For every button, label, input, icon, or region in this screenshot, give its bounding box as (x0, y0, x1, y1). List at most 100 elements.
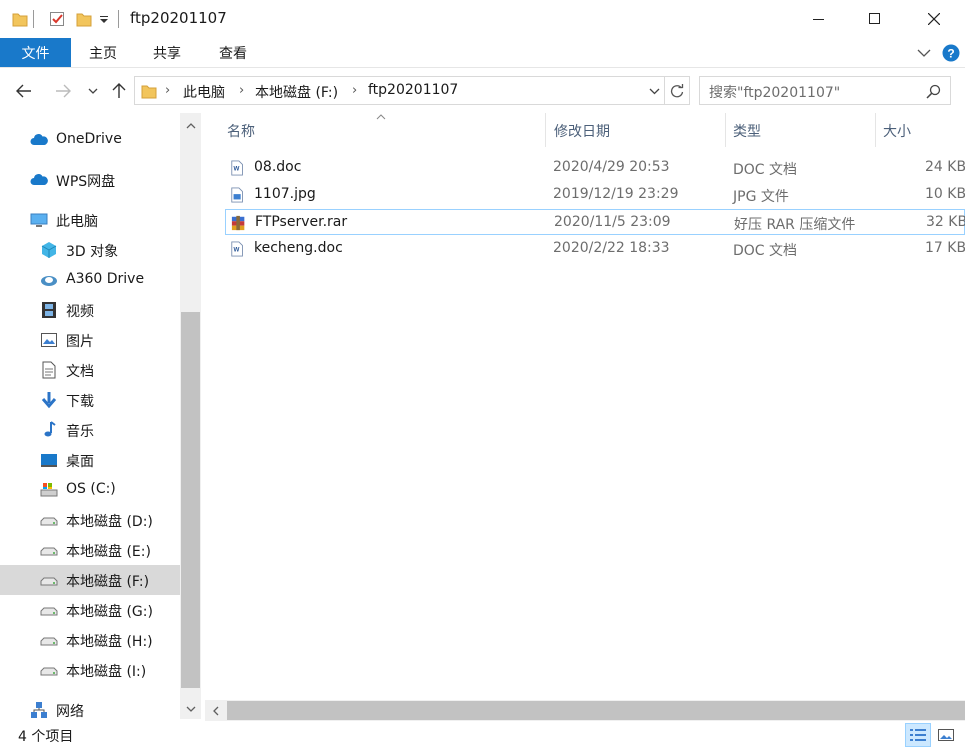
large-icons-view-icon (938, 729, 954, 741)
column-header-size[interactable]: 大小 (883, 117, 911, 145)
scroll-up-arrow[interactable] (180, 116, 201, 134)
file-row[interactable]: 1107.jpg 2019/12/19 23:29 JPG 文件 10 KB (225, 182, 965, 208)
breadcrumb-separator[interactable]: › (239, 83, 244, 98)
computer-icon (30, 213, 48, 227)
breadcrumb-separator[interactable]: › (352, 83, 357, 98)
minimize-button[interactable] (790, 0, 848, 38)
film-icon (42, 302, 56, 318)
file-type: 好压 RAR 压缩文件 (734, 217, 856, 233)
nav-scroll-thumb[interactable] (181, 312, 200, 688)
up-button[interactable] (107, 80, 131, 102)
sidebar-item-label: OneDrive (56, 131, 122, 147)
sidebar-item[interactable]: 视频 (0, 295, 180, 325)
a360-icon (41, 276, 57, 286)
folder-icon[interactable] (12, 10, 28, 28)
window-title: ftp20201107 (130, 9, 227, 27)
forward-button[interactable] (51, 80, 75, 102)
column-header-date[interactable]: 修改日期 (554, 117, 610, 145)
document-icon (42, 361, 56, 379)
horizontal-scroll-thumb[interactable] (227, 701, 965, 720)
sidebar-item-label: 文档 (66, 364, 94, 380)
file-explorer-window: ftp20201107 文件 主页 共享 查看 ? › 此电脑 › 本地磁盘 (… (0, 0, 965, 751)
tab-view[interactable]: 查看 (209, 38, 257, 67)
file-name[interactable]: kecheng.doc (254, 240, 343, 256)
sidebar-item[interactable]: 桌面 (0, 445, 180, 475)
file-name[interactable]: 08.doc (254, 159, 301, 175)
sidebar-item[interactable]: 图片 (0, 325, 180, 355)
column-header-type[interactable]: 类型 (733, 117, 761, 145)
sidebar-item[interactable]: 音乐 (0, 415, 180, 445)
properties-icon[interactable] (49, 10, 65, 28)
close-button[interactable] (905, 0, 963, 38)
help-icon[interactable]: ? (942, 44, 960, 62)
scroll-down-arrow[interactable] (180, 700, 201, 718)
breadcrumb-separator[interactable]: › (165, 83, 170, 98)
file-name[interactable]: 1107.jpg (254, 186, 316, 202)
status-bar: 4 个项目 (0, 721, 965, 751)
navigation-pane: OneDrive WPS网盘此电脑 3D 对象 A360 Drive 视频 图片文档下载音… (0, 113, 180, 720)
svg-text:W: W (234, 247, 240, 254)
search-box[interactable]: 搜索"ftp20201107" (699, 76, 951, 105)
refresh-icon (670, 83, 684, 97)
sidebar-item[interactable]: OneDrive (0, 125, 180, 155)
sidebar-item[interactable]: WPS网盘 (0, 165, 180, 195)
sidebar-item-label: 音乐 (66, 424, 94, 440)
large-icons-view-button[interactable] (933, 723, 959, 747)
details-view-button[interactable] (905, 723, 931, 747)
search-icon[interactable] (926, 84, 941, 99)
breadcrumb-current-folder[interactable]: ftp20201107 (368, 82, 458, 98)
column-divider[interactable] (875, 113, 876, 147)
scroll-left-arrow[interactable] (205, 702, 225, 720)
search-placeholder[interactable]: 搜索"ftp20201107" (709, 82, 840, 102)
file-type: DOC 文档 (733, 243, 798, 259)
file-row[interactable]: W 08.doc 2020/4/29 20:53 DOC 文档 24 KB (225, 155, 965, 181)
picture-icon (41, 333, 57, 347)
file-row[interactable]: Wkecheng.doc 2020/2/22 18:33 DOC 文档 17 KB (225, 236, 965, 262)
tab-share[interactable]: 共享 (143, 38, 191, 67)
sidebar-item[interactable]: 3D 对象 (0, 235, 180, 265)
sidebar-item[interactable]: OS (C:) (0, 475, 180, 505)
column-divider[interactable] (725, 113, 726, 147)
sidebar-item[interactable]: 文档 (0, 355, 180, 385)
desktop-icon (41, 454, 57, 467)
sidebar-item[interactable]: 本地磁盘 (F:) (0, 565, 180, 595)
column-divider[interactable] (545, 113, 546, 147)
breadcrumb-drive-f[interactable]: 本地磁盘 (F:) (255, 82, 338, 102)
sidebar-item[interactable]: A360 Drive (0, 265, 180, 295)
sidebar-item[interactable]: 本地磁盘 (E:) (0, 535, 180, 565)
sidebar-item[interactable]: 本地磁盘 (D:) (0, 505, 180, 535)
drive-icon (40, 667, 58, 676)
file-row[interactable]: FTPserver.rar 2020/11/5 23:09 好压 RAR 压缩文件 3… (225, 209, 965, 235)
file-size: 32 KB (926, 214, 965, 230)
new-folder-icon[interactable] (76, 10, 92, 28)
chevron-left-icon (212, 706, 218, 716)
sidebar-item[interactable]: 此电脑 (0, 205, 180, 235)
sidebar-item[interactable]: 本地磁盘 (G:) (0, 595, 180, 625)
address-bar[interactable]: › 此电脑 › 本地磁盘 (F:) › ftp20201107 (134, 76, 665, 105)
music-note-icon (44, 421, 56, 437)
tab-file[interactable]: 文件 (0, 38, 71, 67)
back-button[interactable] (12, 80, 36, 102)
customize-toolbar-icon[interactable] (98, 10, 110, 28)
network-icon (31, 702, 47, 718)
cube-icon (41, 242, 57, 258)
file-type: JPG 文件 (733, 189, 789, 205)
file-name[interactable]: FTPserver.rar (255, 214, 347, 230)
minimize-icon (813, 19, 824, 20)
address-history-chevron-icon[interactable] (649, 87, 660, 95)
recent-locations-button[interactable] (84, 80, 102, 102)
sidebar-item[interactable]: 本地磁盘 (I:) (0, 655, 180, 685)
drive-icon (40, 637, 58, 646)
sidebar-item[interactable]: 本地磁盘 (H:) (0, 625, 180, 655)
column-header-name[interactable]: 名称 (227, 117, 255, 145)
refresh-button[interactable] (665, 76, 690, 105)
tab-home[interactable]: 主页 (79, 38, 127, 67)
maximize-button[interactable] (846, 0, 904, 38)
chevron-down-icon (88, 88, 98, 94)
breadcrumb-this-pc[interactable]: 此电脑 (183, 82, 225, 102)
sidebar-item[interactable]: 下载 (0, 385, 180, 415)
sidebar-item-label: 本地磁盘 (E:) (66, 544, 151, 560)
forward-arrow-icon (56, 84, 71, 98)
ribbon-tabs: 文件 主页 共享 查看 ? (0, 38, 965, 68)
expand-ribbon-icon[interactable] (917, 48, 931, 58)
